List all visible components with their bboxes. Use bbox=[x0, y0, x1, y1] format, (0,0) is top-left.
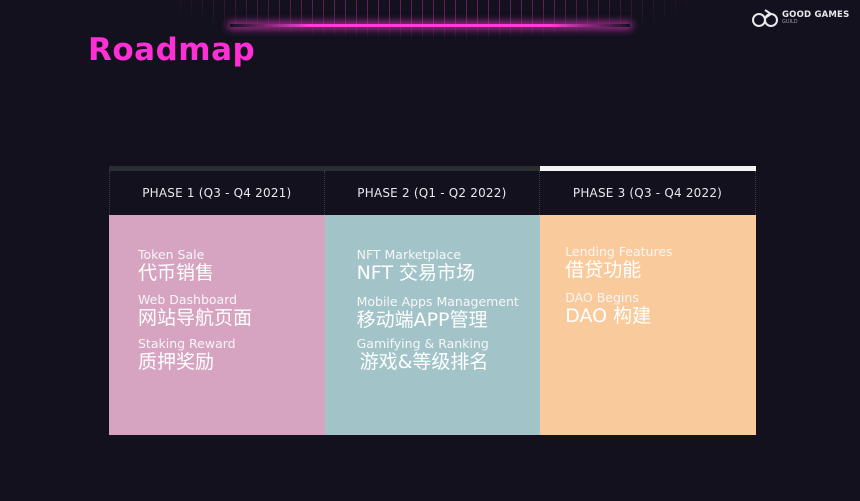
phase-2-item-en: Mobile Apps Management bbox=[356, 294, 519, 309]
roadmap-table: PHASE 1 (Q3 - Q4 2021) Token Sale 代币销售 W… bbox=[109, 166, 756, 435]
brand-name: GOOD GAMES bbox=[782, 9, 850, 20]
phase-2-item: NFT Marketplace NFT 交易市场 bbox=[356, 247, 476, 285]
phase-2-item: Mobile Apps Management 移动端APP管理 bbox=[356, 294, 519, 332]
phase-1-header: PHASE 1 (Q3 - Q4 2021) bbox=[109, 171, 325, 215]
phase-1-item-en: Token Sale bbox=[138, 247, 205, 262]
phase-1-item-zh: 质押奖励 bbox=[138, 351, 215, 373]
phase-3-header: PHASE 3 (Q3 - Q4 2022) bbox=[540, 171, 756, 215]
brand-sub: GUILD bbox=[782, 19, 798, 26]
phase-2-item-en: Gamifying & Ranking bbox=[356, 336, 489, 351]
phase-3-item-en: DAO Begins bbox=[565, 290, 639, 305]
phase-2-item-zh: 游戏&等级排名 bbox=[359, 351, 489, 373]
phase-2-header: PHASE 2 (Q1 - Q2 2022) bbox=[325, 171, 541, 215]
phase-1-item: Web Dashboard 网站导航页面 bbox=[138, 292, 253, 330]
ggg-logo-icon bbox=[752, 8, 778, 28]
header-neon-line bbox=[230, 24, 630, 27]
phase-3-item-en: Lending Features bbox=[565, 244, 673, 259]
page-title: Roadmap bbox=[88, 32, 256, 68]
phase-2-item-zh: 移动端APP管理 bbox=[356, 309, 488, 331]
phase-1-item-en: Staking Reward bbox=[138, 336, 236, 351]
phase-1-item: Token Sale 代币销售 bbox=[138, 247, 215, 285]
phase-1-item-en: Web Dashboard bbox=[138, 292, 238, 307]
phase-1-item-zh: 网站导航页面 bbox=[138, 307, 253, 329]
phase-3-item: DAO Begins DAO 构建 bbox=[565, 290, 652, 328]
phase-1-column: PHASE 1 (Q3 - Q4 2021) Token Sale 代币销售 W… bbox=[109, 166, 325, 435]
phase-1-item-zh: 代币销售 bbox=[138, 262, 215, 284]
brand-logo: GOOD GAMES GUILD bbox=[752, 8, 849, 28]
phase-3-column: PHASE 3 (Q3 - Q4 2022) Lending Features … bbox=[540, 166, 756, 435]
phase-3-item-zh: DAO 构建 bbox=[565, 305, 652, 327]
phase-2-column: PHASE 2 (Q1 - Q2 2022) NFT Marketplace N… bbox=[324, 166, 541, 435]
phase-2-item-zh: NFT 交易市场 bbox=[356, 262, 476, 284]
phase-2-item: Gamifying & Ranking 游戏&等级排名 bbox=[356, 336, 489, 374]
phase-3-body: Lending Features 借贷功能 DAO Begins DAO 构建 bbox=[540, 215, 756, 435]
phase-2-item-en: NFT Marketplace bbox=[356, 247, 462, 262]
phase-1-item: Staking Reward 质押奖励 bbox=[138, 336, 236, 374]
phase-3-item-zh: 借贷功能 bbox=[565, 259, 642, 281]
phase-3-item: Lending Features 借贷功能 bbox=[565, 244, 673, 282]
phase-2-body: NFT Marketplace NFT 交易市场 Mobile Apps Man… bbox=[324, 215, 541, 435]
phase-1-body: Token Sale 代币销售 Web Dashboard 网站导航页面 Sta… bbox=[109, 215, 325, 435]
